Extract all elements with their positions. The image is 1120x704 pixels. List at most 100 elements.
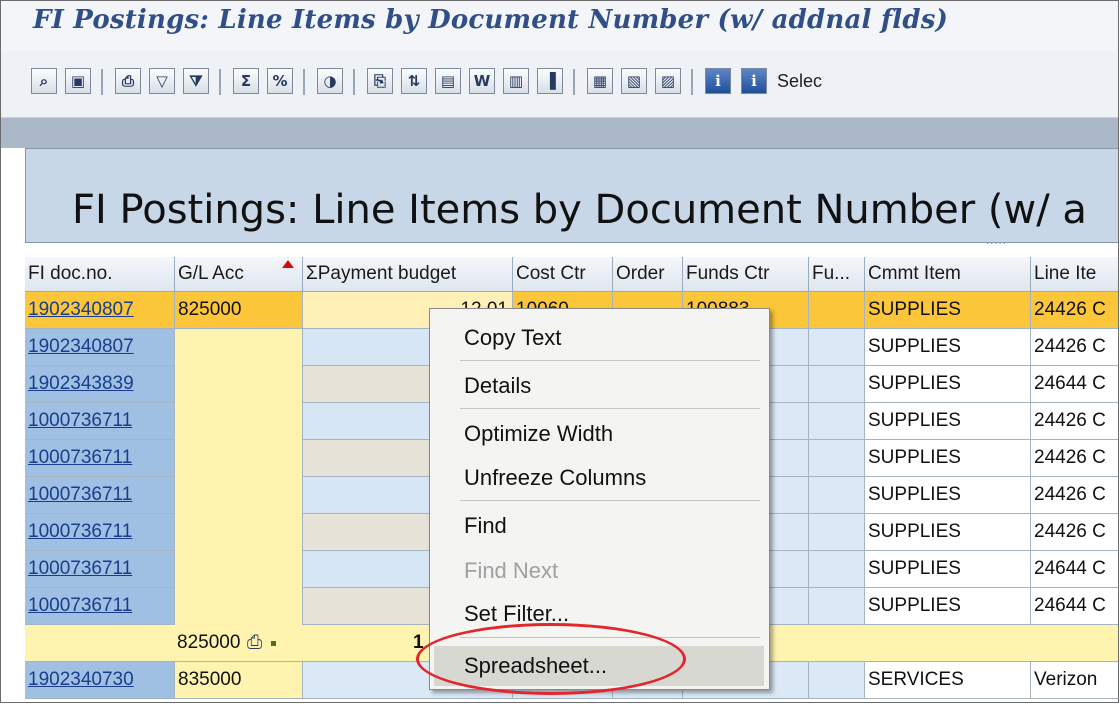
table-cell [809, 588, 865, 625]
sort-ascending-icon[interactable]: ⇅ [401, 68, 427, 94]
info-icon[interactable]: i [741, 68, 767, 94]
table-cell-text: SUPPLIES [868, 484, 961, 505]
details-icon[interactable]: ⌕ [31, 68, 57, 94]
report-header: FI Postings: Line Items by Document Numb… [25, 148, 1118, 243]
column-header-cost-ctr[interactable]: Cost Ctr [513, 257, 613, 292]
table-cell[interactable]: 1000736711 [25, 440, 175, 477]
print-icon[interactable]: ⎙ [115, 68, 141, 94]
table-cell: 835000 [175, 662, 303, 699]
menu-item-find[interactable]: Find [464, 513, 507, 539]
table-cell[interactable]: 1902340807 [25, 329, 175, 366]
column-header-doc-no[interactable]: FI doc.no. [25, 257, 175, 292]
change-layout-icon[interactable]: ▧ [621, 68, 647, 94]
table-cell[interactable]: 1902340730 [25, 662, 175, 699]
save-layout-icon[interactable]: ▨ [655, 68, 681, 94]
table-cell[interactable]: 1000736711 [25, 551, 175, 588]
table-cell: SUPPLIES [865, 366, 1031, 403]
menu-separator [460, 360, 760, 361]
table-cell: 24426 C [1031, 329, 1118, 366]
window-title: FI Postings: Line Items by Document Numb… [33, 5, 949, 35]
table-cell [809, 662, 865, 699]
table-cell: 825000 [175, 292, 303, 329]
column-header-fund[interactable]: Fu... [809, 257, 865, 292]
table-cell [175, 440, 303, 477]
table-cell[interactable]: 1000736711 [25, 403, 175, 440]
table-cell-text: 835000 [178, 669, 242, 690]
column-header-line-item[interactable]: Line Ite [1031, 257, 1118, 292]
spreadsheet-icon[interactable]: ▤ [435, 68, 461, 94]
abc-analysis-icon[interactable]: ▐ [537, 68, 563, 94]
column-header-funds-ctr[interactable]: Funds Ctr [683, 257, 809, 292]
column-header-cmmt-item[interactable]: Cmmt Item [865, 257, 1031, 292]
table-cell-text: 24426 C [1034, 484, 1106, 505]
resize-grip[interactable]: ····· [986, 239, 1007, 250]
table-cell-text: 24644 C [1034, 595, 1106, 616]
export-icon[interactable]: ⎘ [367, 68, 393, 94]
column-header-payment-budget[interactable]: ΣPayment budget [303, 257, 513, 292]
table-cell-text[interactable]: 1902343839 [28, 373, 134, 394]
table-cell: SUPPLIES [865, 292, 1031, 329]
menu-item-copy-text[interactable]: Copy Text [464, 325, 561, 351]
menu-item-unfreeze-columns[interactable]: Unfreeze Columns [464, 465, 646, 491]
toolbar-separator [219, 69, 221, 95]
table-cell-text: 24426 C [1034, 336, 1106, 357]
table-cell [175, 514, 303, 551]
delete-filter-icon[interactable]: ⧩ [183, 68, 209, 94]
table-cell: SUPPLIES [865, 477, 1031, 514]
menu-item-details[interactable]: Details [464, 373, 531, 399]
table-cell: 24426 C [1031, 403, 1118, 440]
table-cell-text[interactable]: 1902340807 [28, 299, 134, 320]
table-cell-text[interactable]: 1000736711 [28, 410, 132, 431]
table-cell-text: SUPPLIES [868, 336, 961, 357]
table-cell: 24426 C [1031, 292, 1118, 329]
selections-button[interactable]: Selec [777, 71, 822, 92]
table-cell[interactable]: 1902340807 [25, 292, 175, 329]
table-cell[interactable]: 1000736711 [25, 588, 175, 625]
table-cell [809, 329, 865, 366]
table-cell [809, 440, 865, 477]
toolbar-strip [1, 118, 1118, 148]
table-cell-text: 24426 C [1034, 410, 1106, 431]
table-cell-text[interactable]: 1000736711 [28, 521, 132, 542]
table-cell[interactable]: 1000736711 [25, 477, 175, 514]
table-cell-text: SUPPLIES [868, 521, 961, 542]
table-cell [809, 292, 865, 329]
table-cell [809, 366, 865, 403]
table-cell-text: SUPPLIES [868, 373, 961, 394]
filter-icon[interactable]: ▽ [149, 68, 175, 94]
table-cell [175, 551, 303, 588]
table-cell: SUPPLIES [865, 403, 1031, 440]
grid-layout-icon[interactable]: ▦ [587, 68, 613, 94]
view-icon[interactable]: ◑ [317, 68, 343, 94]
table-cell-text[interactable]: 1000736711 [28, 447, 132, 468]
table-cell-text: 24644 C [1034, 373, 1106, 394]
choose-icon[interactable]: ▣ [65, 68, 91, 94]
subtotal-icon[interactable]: % [267, 68, 293, 94]
toolbar-separator [573, 69, 575, 95]
table-cell-text: SUPPLIES [868, 410, 961, 431]
column-header-order[interactable]: Order [613, 257, 683, 292]
local-file-icon[interactable]: ▥ [503, 68, 529, 94]
table-cell[interactable]: 1902343839 [25, 366, 175, 403]
menu-item-optimize-width[interactable]: Optimize Width [464, 421, 613, 447]
table-cell [175, 588, 303, 625]
menu-separator [460, 500, 760, 501]
info-icon[interactable]: i [705, 68, 731, 94]
table-cell-text[interactable]: 1902340730 [28, 669, 134, 690]
table-cell-text: 24426 C [1034, 521, 1106, 542]
sum-icon[interactable]: Σ [233, 68, 259, 94]
table-cell[interactable]: 1000736711 [25, 514, 175, 551]
print-icon[interactable]: ⎙ [247, 625, 262, 661]
word-processing-icon[interactable]: W [469, 68, 495, 94]
table-cell-text[interactable]: 1000736711 [28, 484, 132, 505]
table-cell-text[interactable]: 1902340807 [28, 336, 134, 357]
table-cell-text[interactable]: 1000736711 [28, 558, 132, 579]
table-cell: SERVICES [865, 662, 1031, 699]
table-cell-text: 24426 C [1034, 447, 1106, 468]
report-title: FI Postings: Line Items by Document Numb… [72, 187, 1087, 233]
table-cell: 24644 C [1031, 588, 1118, 625]
table-cell-text[interactable]: 1000736711 [28, 595, 132, 616]
sort-indicator-icon [282, 260, 294, 268]
subtotal-level-icon [271, 641, 276, 646]
table-cell: SUPPLIES [865, 551, 1031, 588]
